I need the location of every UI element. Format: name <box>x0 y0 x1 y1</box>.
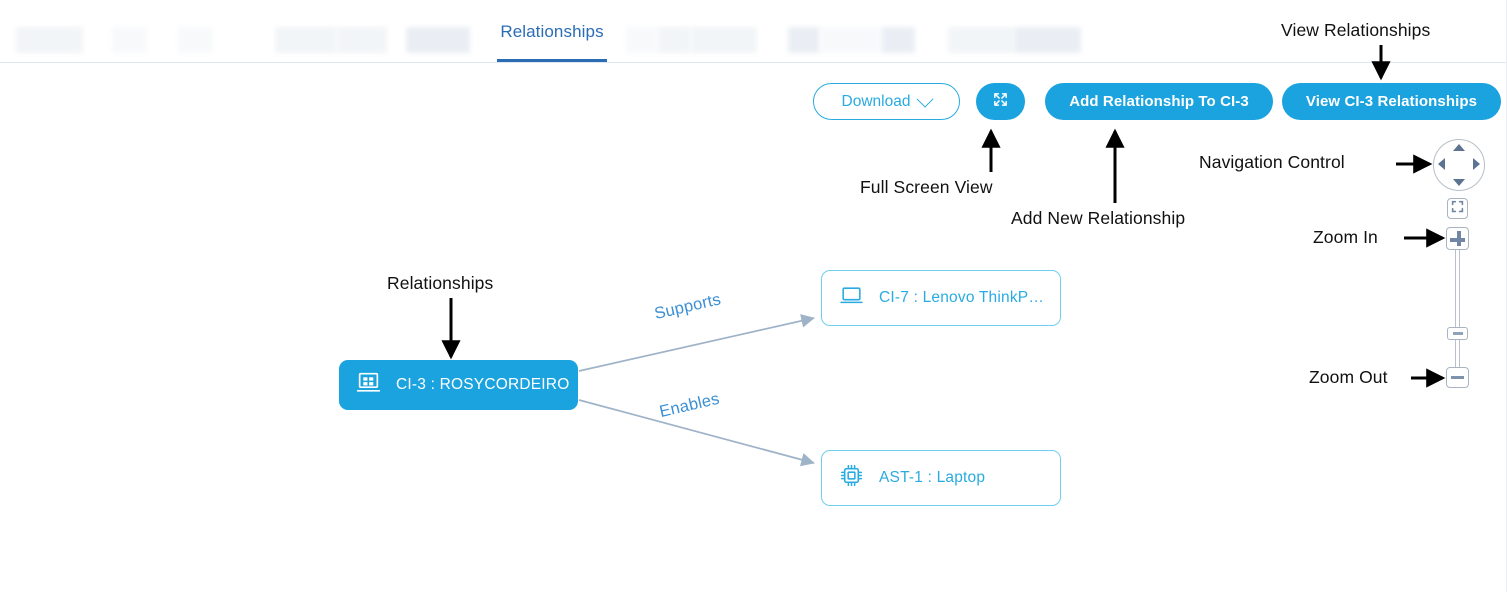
tab-placeholder[interactable] <box>406 27 470 53</box>
edge-label-supports: Supports <box>653 290 723 324</box>
annotation-relationships: Relationships <box>387 273 493 294</box>
pan-dial-icon[interactable] <box>1433 139 1485 191</box>
fit-to-screen-button[interactable] <box>1447 198 1468 219</box>
tab-placeholder[interactable] <box>658 27 691 53</box>
pan-right-arrow-icon[interactable] <box>1473 158 1480 170</box>
graph-node-label: CI-7 : Lenovo ThinkP… <box>879 289 1044 307</box>
annotation-view-relationships: View Relationships <box>1281 20 1430 41</box>
annotation-zoom-out: Zoom Out <box>1309 367 1388 388</box>
laptop-icon <box>839 283 864 313</box>
tab-placeholder[interactable] <box>820 27 882 53</box>
tab-placeholder[interactable] <box>16 27 83 53</box>
pan-down-arrow-icon[interactable] <box>1453 179 1465 186</box>
tab-placeholder[interactable] <box>788 27 820 53</box>
zoom-out-button[interactable] <box>1446 367 1469 388</box>
fit-to-screen-icon <box>1451 200 1464 218</box>
tab-placeholder[interactable] <box>882 27 915 53</box>
tab-placeholder[interactable] <box>691 27 757 53</box>
view-relationships-button[interactable]: View CI-3 Relationships <box>1282 83 1501 120</box>
tab-placeholder[interactable] <box>1014 27 1081 53</box>
graph-node-ci7[interactable]: CI-7 : Lenovo ThinkP… <box>821 270 1061 326</box>
tab-placeholder[interactable] <box>112 27 147 53</box>
expand-arrows-icon <box>992 91 1009 113</box>
chevron-down-icon <box>917 90 934 107</box>
tab-placeholder[interactable] <box>275 27 337 53</box>
slider-handle-icon <box>1453 332 1463 335</box>
minus-icon <box>1451 376 1464 380</box>
add-relationship-label: Add Relationship To CI-3 <box>1069 93 1249 110</box>
view-relationships-label: View CI-3 Relationships <box>1306 93 1477 110</box>
graph-node-ast1[interactable]: AST-1 : Laptop <box>821 450 1061 506</box>
annotation-navigation-control: Navigation Control <box>1199 152 1345 173</box>
pan-up-arrow-icon[interactable] <box>1453 144 1465 151</box>
add-relationship-button[interactable]: Add Relationship To CI-3 <box>1045 83 1273 120</box>
edge-label-enables: Enables <box>658 390 722 422</box>
tab-active-indicator <box>497 59 607 62</box>
pan-left-arrow-icon[interactable] <box>1438 158 1445 170</box>
download-label: Download <box>842 93 911 111</box>
graph-node-ci3[interactable]: CI-3 : ROSYCORDEIRO <box>339 360 578 410</box>
windows-laptop-icon <box>356 370 381 400</box>
tab-placeholder[interactable] <box>948 27 1014 53</box>
plus-icon <box>1447 228 1468 249</box>
tab-placeholder[interactable] <box>178 27 213 53</box>
graph-node-label: CI-3 : ROSYCORDEIRO <box>396 376 569 394</box>
tab-placeholder[interactable] <box>626 27 658 53</box>
download-button[interactable]: Download <box>813 83 960 120</box>
edge-supports <box>579 318 814 371</box>
tab-placeholder[interactable] <box>337 27 387 53</box>
annotation-add-new-relationship: Add New Relationship <box>1011 208 1185 229</box>
zoom-slider-handle[interactable] <box>1447 327 1468 340</box>
zoom-in-button[interactable] <box>1446 227 1469 250</box>
graph-node-label: AST-1 : Laptop <box>879 469 985 487</box>
zoom-slider-track[interactable] <box>1455 250 1460 368</box>
tab-relationships[interactable]: Relationships <box>497 22 607 42</box>
annotation-full-screen-view: Full Screen View <box>860 177 993 198</box>
fullscreen-button[interactable] <box>976 83 1025 120</box>
graph-edges-layer <box>0 0 1507 592</box>
chip-icon <box>839 463 864 493</box>
annotation-zoom-in: Zoom In <box>1313 227 1378 248</box>
